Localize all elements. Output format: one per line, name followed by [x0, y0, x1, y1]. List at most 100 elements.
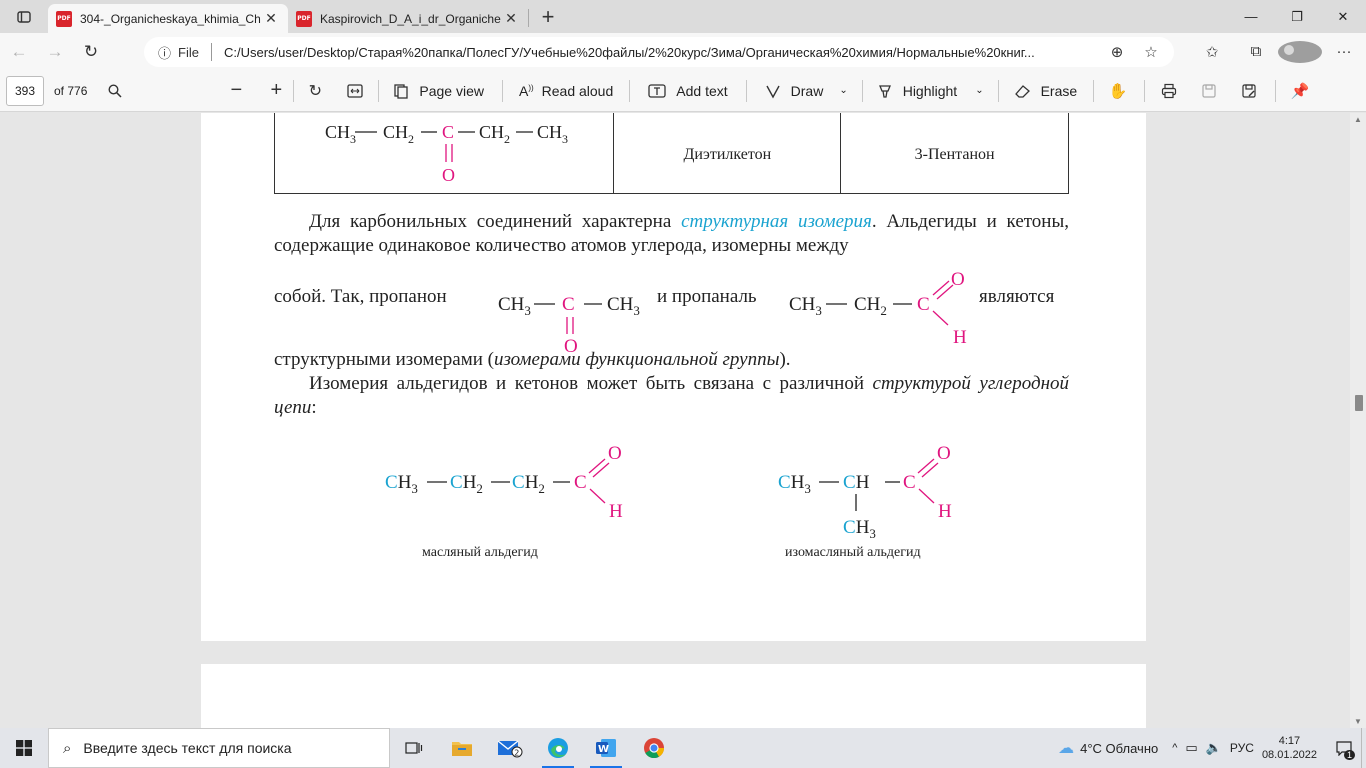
draw-button[interactable]: Draw ⌄ — [765, 70, 848, 112]
formula-atom: CH3 — [498, 294, 531, 318]
address-bar[interactable]: ⓘ File C:/Users/user/Desktop/Старая%20па… — [144, 37, 1174, 67]
tab-actions-icon — [17, 10, 31, 23]
formula-atom: CH — [843, 472, 870, 493]
chevron-down-icon[interactable]: ⌄ — [839, 85, 847, 96]
pdf-page: CH3 CH2 C CH2 CH3 O Диэтилкетон 3-Пентан… — [201, 113, 1146, 641]
text-span: Для карбонильных соединений характерна — [309, 211, 682, 232]
tab-divider — [528, 9, 529, 27]
notification-center-button[interactable]: 1 — [1327, 740, 1361, 760]
formula-atom: C — [562, 294, 575, 315]
formula-atom: CH2 — [450, 472, 483, 496]
formula-atom: C — [442, 122, 454, 142]
eraser-icon — [1014, 84, 1030, 98]
formula-atom: CH3 — [537, 122, 568, 146]
propanone-propanal-formulas: CH3 C CH3 O CH3 CH2 C O H — [498, 269, 967, 353]
pin-toolbar-icon[interactable]: 📌 — [1288, 76, 1312, 106]
table-cell-iupac-name: 3-Пентанон — [840, 113, 1069, 194]
info-icon[interactable]: ⓘ — [158, 43, 171, 62]
isomer-table: CH3 CH2 C CH2 CH3 O Диэтилкетон 3-Пентан… — [273, 113, 1069, 194]
tab-strip: PDF 304-_Organicheskaya_khimia_Ch ✕ PDF … — [0, 0, 1366, 33]
print-icon[interactable] — [1157, 76, 1181, 106]
forward-button[interactable]: → — [38, 37, 72, 67]
close-window-button[interactable]: ✕ — [1320, 0, 1366, 33]
folder-icon — [452, 742, 472, 756]
add-text-button[interactable]: Add text — [648, 70, 728, 112]
read-aloud-button[interactable]: A)) Read aloud — [519, 70, 613, 112]
vertical-scrollbar[interactable]: ▲ ▼ — [1350, 113, 1366, 728]
more-menu-icon[interactable]: ··· — [1322, 43, 1366, 60]
tab-kaspirovich[interactable]: PDF Kaspirovich_D_A_i_dr_Organiche ✕ — [288, 4, 528, 33]
taskbar-app-file-explorer[interactable] — [438, 728, 486, 768]
fit-page-icon[interactable] — [342, 76, 368, 106]
taskbar-app-chrome[interactable] — [630, 728, 678, 768]
highlight-button[interactable]: Highlight ⌄ — [877, 70, 984, 112]
pdf-document-area[interactable]: CH3 CH2 C CH2 CH3 O Диэтилкетон 3-Пентан… — [0, 113, 1366, 728]
url-text[interactable]: C:/Users/user/Desktop/Старая%20папка/Пол… — [224, 45, 1092, 60]
rotate-icon[interactable]: ↻ — [302, 76, 328, 106]
taskbar-search-input[interactable]: ⌕ Введите здесь текст для поиска — [48, 728, 390, 768]
restore-button[interactable]: ❐ — [1274, 0, 1320, 33]
taskbar-app-word[interactable]: W — [582, 728, 630, 768]
chevron-down-icon[interactable]: ⌄ — [975, 85, 983, 96]
collections-icon[interactable]: ⧉ — [1234, 43, 1278, 60]
windows-logo-icon — [16, 740, 32, 756]
formula-atom: CH3 — [778, 472, 811, 496]
divider — [861, 79, 863, 102]
text-span: структурными изомерами ( — [274, 349, 494, 370]
add-favorite-icon[interactable]: ☆ — [1134, 43, 1168, 61]
page-number-input[interactable]: 393 — [6, 75, 44, 106]
formula-atom: CH3 — [789, 294, 822, 318]
language-indicator[interactable]: РУС — [1230, 741, 1254, 755]
show-desktop-button[interactable] — [1361, 728, 1366, 768]
close-icon[interactable]: ✕ — [502, 10, 520, 28]
erase-label: Erase — [1040, 82, 1078, 99]
tab-organic-chemistry[interactable]: PDF 304-_Organicheskaya_khimia_Ch ✕ — [48, 4, 288, 33]
pdf-toolbar: 393 of 776 − + ↻ Page view A)) Read alou… — [0, 70, 1366, 112]
diethyl-ketone-formula: CH3 CH2 C CH2 CH3 O — [325, 122, 568, 185]
scrollbar-thumb[interactable] — [1355, 395, 1363, 411]
refresh-button[interactable]: ↻ — [74, 37, 108, 67]
touch-icon[interactable]: ✋ — [1106, 76, 1130, 106]
highlight-label: Highlight — [902, 82, 958, 99]
search-icon[interactable] — [105, 76, 125, 106]
taskbar-app-edge[interactable] — [534, 728, 582, 768]
draw-label: Draw — [790, 82, 824, 99]
volume-icon[interactable]: 🔈 — [1206, 740, 1222, 756]
pdf-icon: PDF — [296, 10, 312, 27]
save-as-icon[interactable] — [1237, 76, 1261, 106]
address-bar-row: ← → ↻ ⓘ File C:/Users/user/Desktop/Стара… — [0, 33, 1366, 70]
divider — [1144, 79, 1146, 102]
formula-atom: O — [951, 269, 965, 290]
minimize-button[interactable]: — — [1228, 0, 1274, 33]
favorites-icon[interactable]: ✩ — [1190, 43, 1234, 61]
back-button[interactable]: ← — [2, 37, 36, 67]
new-tab-button[interactable]: + — [533, 2, 563, 32]
browser-toolbar-right: ✩ ⧉ ··· — [1190, 33, 1366, 70]
weather-icon[interactable]: ☁ — [1058, 738, 1074, 758]
zoom-icon[interactable]: ⊕ — [1100, 43, 1134, 61]
svg-text:W: W — [598, 744, 609, 755]
erase-button[interactable]: Erase — [1013, 70, 1078, 112]
formula-atom: C — [574, 472, 587, 493]
mail-badge: 2 — [514, 749, 519, 758]
start-button[interactable] — [0, 728, 48, 768]
chevron-up-icon[interactable]: ^ — [1172, 742, 1177, 754]
weather-text[interactable]: 4°C Облачно — [1080, 741, 1158, 756]
task-view-button[interactable] — [390, 728, 438, 768]
taskbar-app-mail[interactable]: 2 — [486, 728, 534, 768]
scroll-down-icon[interactable]: ▼ — [1354, 717, 1362, 726]
close-icon[interactable]: ✕ — [262, 10, 280, 28]
text-span: ). — [779, 349, 791, 370]
save-icon[interactable] — [1197, 76, 1221, 106]
scroll-up-icon[interactable]: ▲ — [1354, 115, 1362, 124]
zoom-in-icon[interactable]: + — [263, 76, 289, 106]
divider — [1275, 79, 1277, 102]
clock[interactable]: 4:17 08.01.2022 — [1262, 734, 1317, 762]
zoom-out-icon[interactable]: − — [223, 76, 249, 106]
search-icon: ⌕ — [63, 739, 72, 757]
profile-button[interactable] — [1278, 40, 1322, 63]
network-icon[interactable]: ▭ — [1185, 740, 1197, 756]
tab-actions-button[interactable] — [0, 0, 48, 33]
page-total: of 776 — [54, 83, 88, 98]
page-view-button[interactable]: Page view — [393, 70, 484, 112]
